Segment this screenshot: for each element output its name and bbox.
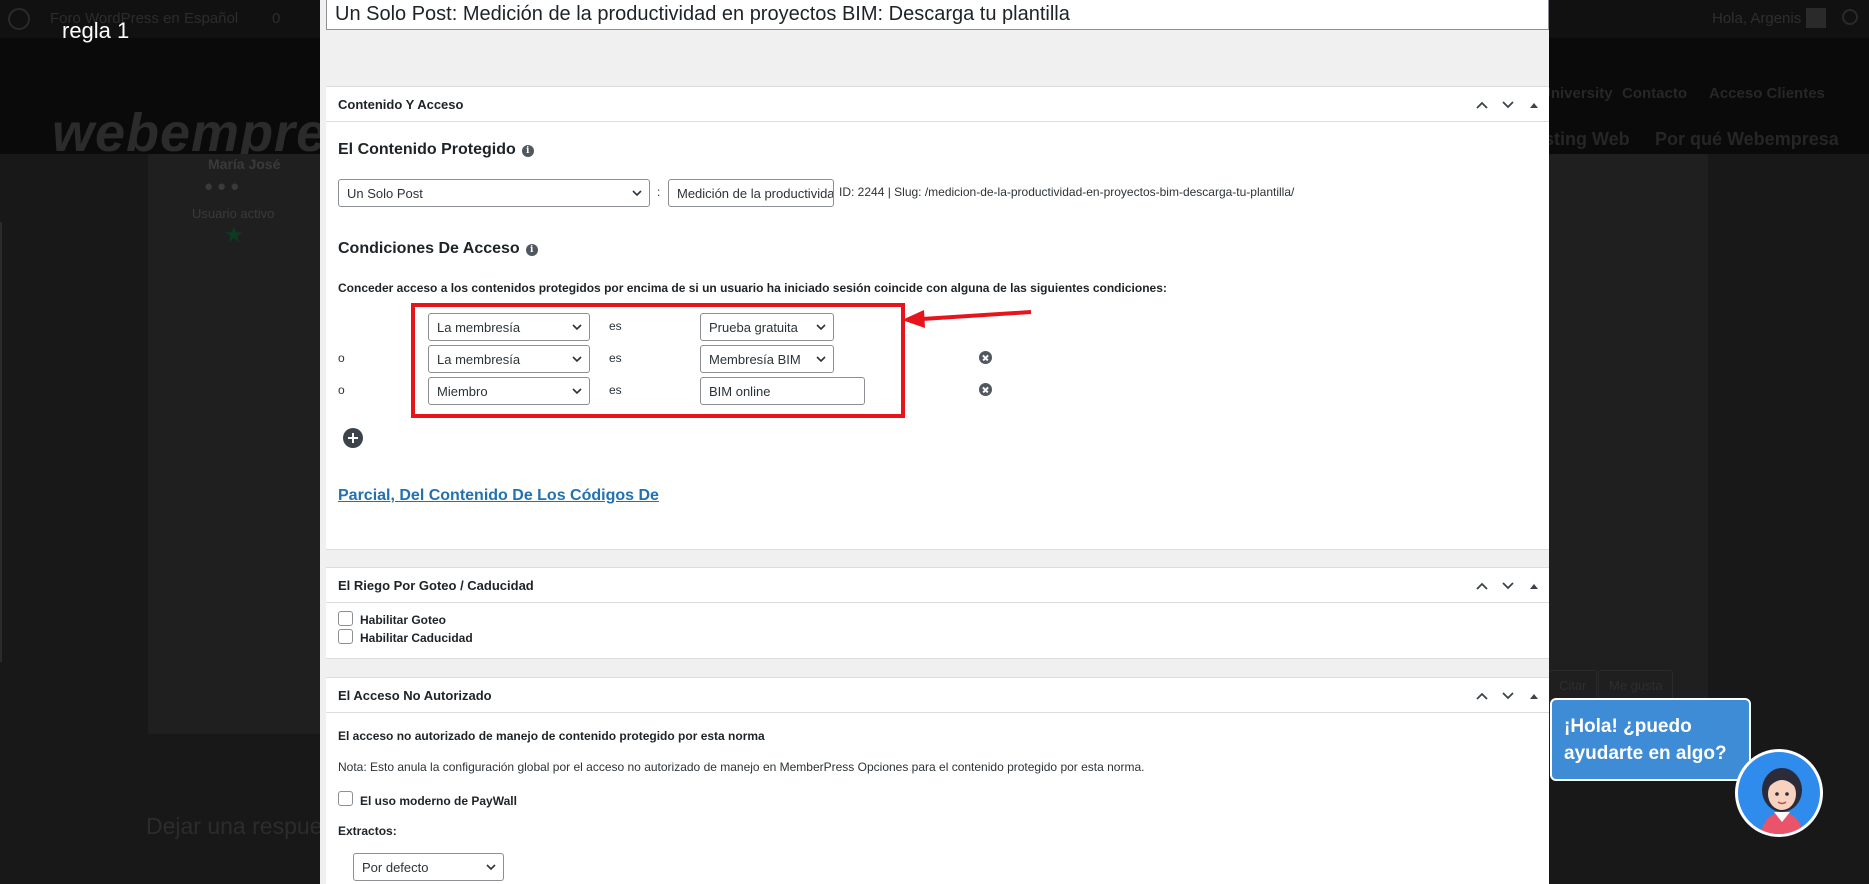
move-down-icon[interactable] <box>1497 575 1519 597</box>
rule-editor-modal: Un Solo Post: Medición de la productivid… <box>320 0 1549 884</box>
info-icon[interactable]: i <box>521 145 534 157</box>
protected-content-heading-text: El Contenido Protegido <box>338 141 516 158</box>
post-search-input[interactable]: Medición de la productividad en proyecto… <box>668 179 834 207</box>
post-meta: ID: 2244 | Slug: /medicion-de-la-product… <box>839 185 1295 199</box>
panel-title: El Riego Por Goteo / Caducidad <box>338 578 534 593</box>
author-status: Usuario activo <box>192 206 275 221</box>
admin-bar-greeting: Hola, Argenis <box>1712 10 1802 27</box>
annotation-arrow-icon <box>902 310 1032 328</box>
chevron-down-icon <box>486 864 496 871</box>
paywall-checkbox[interactable] <box>338 791 353 806</box>
panel-header: El Acceso No Autorizado <box>326 678 1549 713</box>
conditions-description: Conceder acceso a los contenidos protegi… <box>338 281 1167 295</box>
panel-title: El Acceso No Autorizado <box>338 688 492 703</box>
enable-expiration-label: Habilitar Caducidad <box>360 631 473 645</box>
quote-button: Citar <box>1548 670 1598 700</box>
content-type-value: Un Solo Post <box>347 186 423 201</box>
move-down-icon[interactable] <box>1497 685 1519 707</box>
access-conditions-heading: Condiciones De Acceso i <box>338 240 538 258</box>
unauthorized-access-panel: El Acceso No Autorizado El acceso no aut… <box>326 677 1549 884</box>
wordpress-logo-icon <box>8 8 30 30</box>
condition-connector: o <box>338 383 345 397</box>
remove-condition-icon[interactable] <box>979 383 992 396</box>
chevron-down-icon <box>632 190 642 197</box>
condition-connector: o <box>338 351 345 365</box>
content-type-select[interactable]: Un Solo Post <box>338 179 650 207</box>
excerpts-label: Extractos: <box>338 824 397 838</box>
enable-drip-checkbox[interactable] <box>338 611 353 626</box>
admin-bar-comments-count: 0 <box>272 10 281 27</box>
star-icon: ★ <box>224 222 244 247</box>
chat-bubble[interactable]: ¡Hola! ¿puedo ayudarte en algo? <box>1550 698 1751 781</box>
background-divider <box>0 222 2 662</box>
enable-drip-label: Habilitar Goteo <box>360 613 447 627</box>
panel-title: Contenido Y Acceso <box>338 97 464 112</box>
partial-shortcodes-link[interactable]: Parcial, Del Contenido De Los Códigos De <box>338 487 659 505</box>
content-separator: : <box>657 185 661 199</box>
move-up-icon[interactable] <box>1471 685 1493 707</box>
nav-university: University <box>1540 85 1613 102</box>
move-up-icon[interactable] <box>1471 94 1493 116</box>
post-title-field[interactable]: Un Solo Post: Medición de la productivid… <box>326 0 1549 30</box>
author-icons: ●●● <box>204 178 244 195</box>
admin-avatar-icon <box>1806 8 1826 28</box>
info-icon[interactable]: i <box>525 244 538 256</box>
move-down-icon[interactable] <box>1497 94 1519 116</box>
nav-contacto: Contacto <box>1622 85 1687 102</box>
nav-por-que-webempresa: Por qué Webempresa <box>1655 129 1839 149</box>
nav-acceso-clientes: Acceso Clientes <box>1709 85 1825 102</box>
unauthorized-heading: El acceso no autorizado de manejo de con… <box>338 729 765 743</box>
rule-title: regla 1 <box>62 18 130 43</box>
search-icon <box>1842 9 1858 25</box>
highlight-box <box>411 303 905 418</box>
excerpts-select[interactable]: Por defecto <box>353 853 504 881</box>
panel-header: Contenido Y Acceso <box>326 87 1549 122</box>
move-up-icon[interactable] <box>1471 575 1493 597</box>
collapse-icon[interactable] <box>1523 575 1545 597</box>
like-button: Me gusta <box>1598 670 1674 700</box>
protected-content-heading: El Contenido Protegido i <box>338 141 534 159</box>
chat-assistant-avatar-icon[interactable] <box>1735 749 1823 837</box>
enable-expiration-checkbox[interactable] <box>338 629 353 644</box>
add-condition-icon[interactable] <box>343 428 363 448</box>
remove-condition-icon[interactable] <box>979 351 992 364</box>
excerpts-value: Por defecto <box>362 860 429 875</box>
unauthorized-note: Nota: Esto anula la configuración global… <box>338 760 1145 774</box>
drip-expiration-panel: El Riego Por Goteo / Caducidad Habilitar… <box>326 567 1549 659</box>
paywall-label: El uso moderno de PayWall <box>360 794 517 808</box>
panel-header: El Riego Por Goteo / Caducidad <box>326 568 1549 603</box>
collapse-icon[interactable] <box>1523 685 1545 707</box>
author-name: María José <box>208 156 281 172</box>
collapse-icon[interactable] <box>1523 94 1545 116</box>
access-conditions-heading-text: Condiciones De Acceso <box>338 240 520 257</box>
